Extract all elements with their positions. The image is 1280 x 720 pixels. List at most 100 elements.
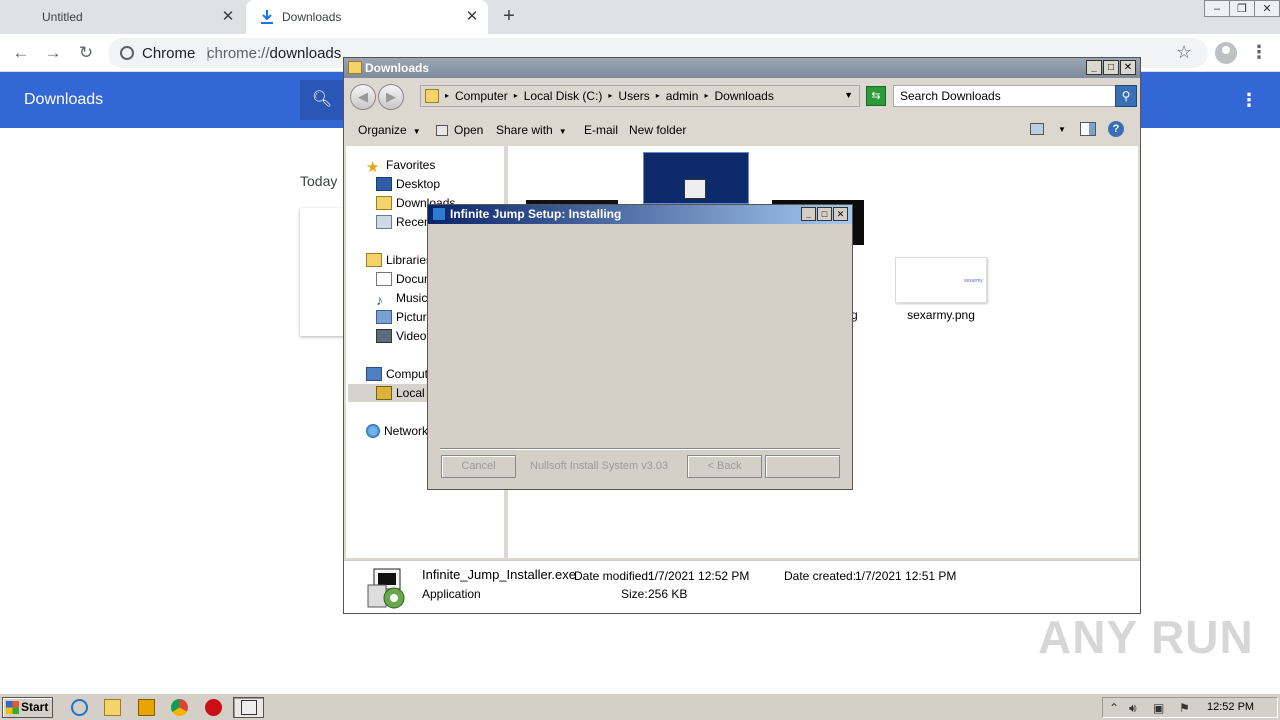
nav-recent-places[interactable]: Recent Places [376, 213, 430, 231]
installer-taskbar-button[interactable] [233, 697, 264, 718]
search-input[interactable]: Search Downloads [893, 85, 1117, 107]
forward-arrow-icon[interactable]: ▶ [378, 84, 404, 110]
back-arrow-icon[interactable]: ← [10, 42, 32, 64]
browser-tab-strip: Untitled ✕ Downloads ✕ + – ❐ ✕ [0, 0, 1280, 34]
organize-button[interactable]: Organize ▼ [358, 123, 421, 137]
close-button[interactable]: ✕ [1120, 60, 1136, 75]
tab-downloads[interactable]: Downloads ✕ [246, 0, 488, 34]
tab-untitled[interactable]: Untitled ✕ [0, 0, 244, 34]
bookmark-star-icon[interactable]: ☆ [1176, 42, 1192, 63]
file-thumbnail-selected[interactable] [643, 152, 749, 204]
reload-icon[interactable]: ↻ [75, 42, 97, 64]
details-pane: Infinite_Jump_Installer.exe Application … [344, 560, 1140, 613]
close-button[interactable]: ✕ [833, 207, 848, 221]
nav-favorites[interactable]: ★ Favorites [366, 156, 435, 174]
opera-icon[interactable] [205, 699, 222, 716]
minimize-button[interactable]: _ [1086, 60, 1102, 75]
forward-arrow-icon[interactable]: → [42, 42, 64, 64]
new-folder-button[interactable]: New folder [629, 123, 686, 137]
desktop-icon [376, 177, 392, 191]
divider [440, 448, 840, 450]
size-value: 256 KB [648, 587, 688, 601]
explorer-titlebar[interactable]: Downloads _ □ ✕ [344, 58, 1140, 78]
chevron-right-icon[interactable]: ▸ [514, 89, 518, 103]
profile-avatar-icon[interactable] [1215, 42, 1237, 64]
nav-music[interactable]: ♪ Music [376, 289, 427, 307]
system-tray: ⌃ 🔊︎ ▣ ⚑ 12:52 PM [1102, 697, 1278, 718]
breadcrumb-users[interactable]: Users [618, 89, 649, 103]
nav-desktop[interactable]: Desktop [376, 175, 440, 193]
next-button[interactable] [765, 455, 840, 478]
watermark: ANY RUN [1038, 611, 1254, 663]
refresh-icon[interactable]: ⇆ [866, 86, 886, 106]
cancel-button[interactable]: Cancel [441, 455, 516, 478]
minimize-button[interactable]: _ [801, 207, 816, 221]
search-icon[interactable]: ⚲ [1115, 85, 1137, 107]
more-menu-icon[interactable]: ⋮ [1240, 90, 1258, 111]
breadcrumb-local-disk[interactable]: Local Disk (C:) [524, 89, 603, 103]
change-view-icon[interactable] [1030, 123, 1044, 135]
clock[interactable]: 12:52 PM [1207, 701, 1254, 713]
email-button[interactable]: E-mail [584, 123, 618, 137]
downloads-folder-icon [376, 196, 392, 210]
folder-icon [425, 89, 439, 103]
chevron-down-icon: ▼ [412, 127, 421, 136]
back-button[interactable]: < Back [687, 455, 762, 478]
chevron-right-icon[interactable]: ▸ [656, 89, 660, 103]
chevron-right-icon[interactable]: ▸ [445, 89, 449, 103]
installer-dialog: Infinite Jump Setup: Installing _ □ ✕ Ca… [427, 204, 853, 490]
volume-icon[interactable]: 🔊︎ [1129, 701, 1137, 716]
close-icon[interactable]: ✕ [220, 9, 236, 25]
chevron-down-icon[interactable]: ▼ [1058, 125, 1066, 134]
chevron-right-icon[interactable]: ▸ [608, 89, 612, 103]
folder-icon [348, 61, 362, 74]
breadcrumb-admin[interactable]: admin [666, 89, 699, 103]
modified-label: Date modified: [574, 569, 652, 583]
local-disk-icon [376, 386, 392, 400]
close-button[interactable]: ✕ [1254, 0, 1280, 17]
breadcrumb-downloads[interactable]: Downloads [714, 89, 773, 103]
file-name: Infinite_Jump_Installer.exe [422, 567, 576, 582]
close-icon[interactable]: ✕ [464, 9, 480, 25]
date-section-heading: Today [300, 173, 338, 189]
installer-titlebar[interactable]: Infinite Jump Setup: Installing _ □ ✕ [428, 205, 852, 224]
breadcrumb[interactable]: ▸ Computer ▸ Local Disk (C:) ▸ Users ▸ a… [420, 85, 860, 107]
maximize-button[interactable]: □ [1103, 60, 1119, 75]
minimize-button[interactable]: – [1204, 0, 1230, 17]
explorer-icon[interactable] [104, 699, 121, 716]
open-button[interactable]: Open [436, 123, 483, 137]
nav-pictures[interactable]: Pictures [376, 308, 428, 326]
back-arrow-icon[interactable]: ◀ [350, 84, 376, 110]
internet-explorer-icon[interactable] [71, 699, 88, 716]
action-center-flag-icon[interactable]: ⚑ [1179, 701, 1190, 715]
file-thumbnail-sexarmy[interactable]: sexarmy [895, 257, 987, 303]
tab-label: Untitled [42, 10, 83, 24]
nav-documents[interactable]: Documents [376, 270, 428, 288]
network-status-icon[interactable]: ▣ [1153, 701, 1164, 715]
file-label: sexarmy.png [907, 308, 975, 322]
chevron-down-icon[interactable]: ▼ [844, 90, 853, 100]
nav-network[interactable]: Network [366, 422, 428, 440]
media-player-icon[interactable] [138, 699, 155, 716]
help-icon[interactable]: ? [1108, 121, 1124, 137]
chevron-right-icon[interactable]: ▸ [704, 89, 708, 103]
command-bar: Organize ▼ Open Share with ▼ E-mail New fo… [344, 114, 1140, 146]
start-button[interactable]: Start [2, 697, 53, 718]
chrome-menu-icon[interactable]: ⋮ [1250, 42, 1268, 63]
maximize-button[interactable]: □ [817, 207, 832, 221]
nav-videos[interactable]: Videos [376, 327, 432, 345]
nav-computer[interactable]: Computer [366, 365, 428, 383]
nav-libraries[interactable]: Libraries [366, 251, 432, 269]
new-tab-button[interactable]: + [498, 5, 520, 27]
nav-local-disk[interactable]: Local Disk (C:) [348, 384, 428, 402]
preview-pane-icon[interactable] [1080, 122, 1096, 136]
created-value: 1/7/2021 12:51 PM [855, 569, 957, 583]
page-title: Downloads [24, 91, 104, 108]
share-with-button[interactable]: Share with ▼ [496, 123, 567, 137]
breadcrumb-computer[interactable]: Computer [455, 89, 508, 103]
restore-button[interactable]: ❐ [1229, 0, 1255, 17]
show-hidden-icons-icon[interactable]: ⌃ [1109, 701, 1119, 715]
chrome-icon[interactable] [171, 699, 188, 716]
search-icon[interactable]: 🔍︎ [300, 80, 344, 120]
window-controls: – ❐ ✕ [1204, 0, 1280, 18]
